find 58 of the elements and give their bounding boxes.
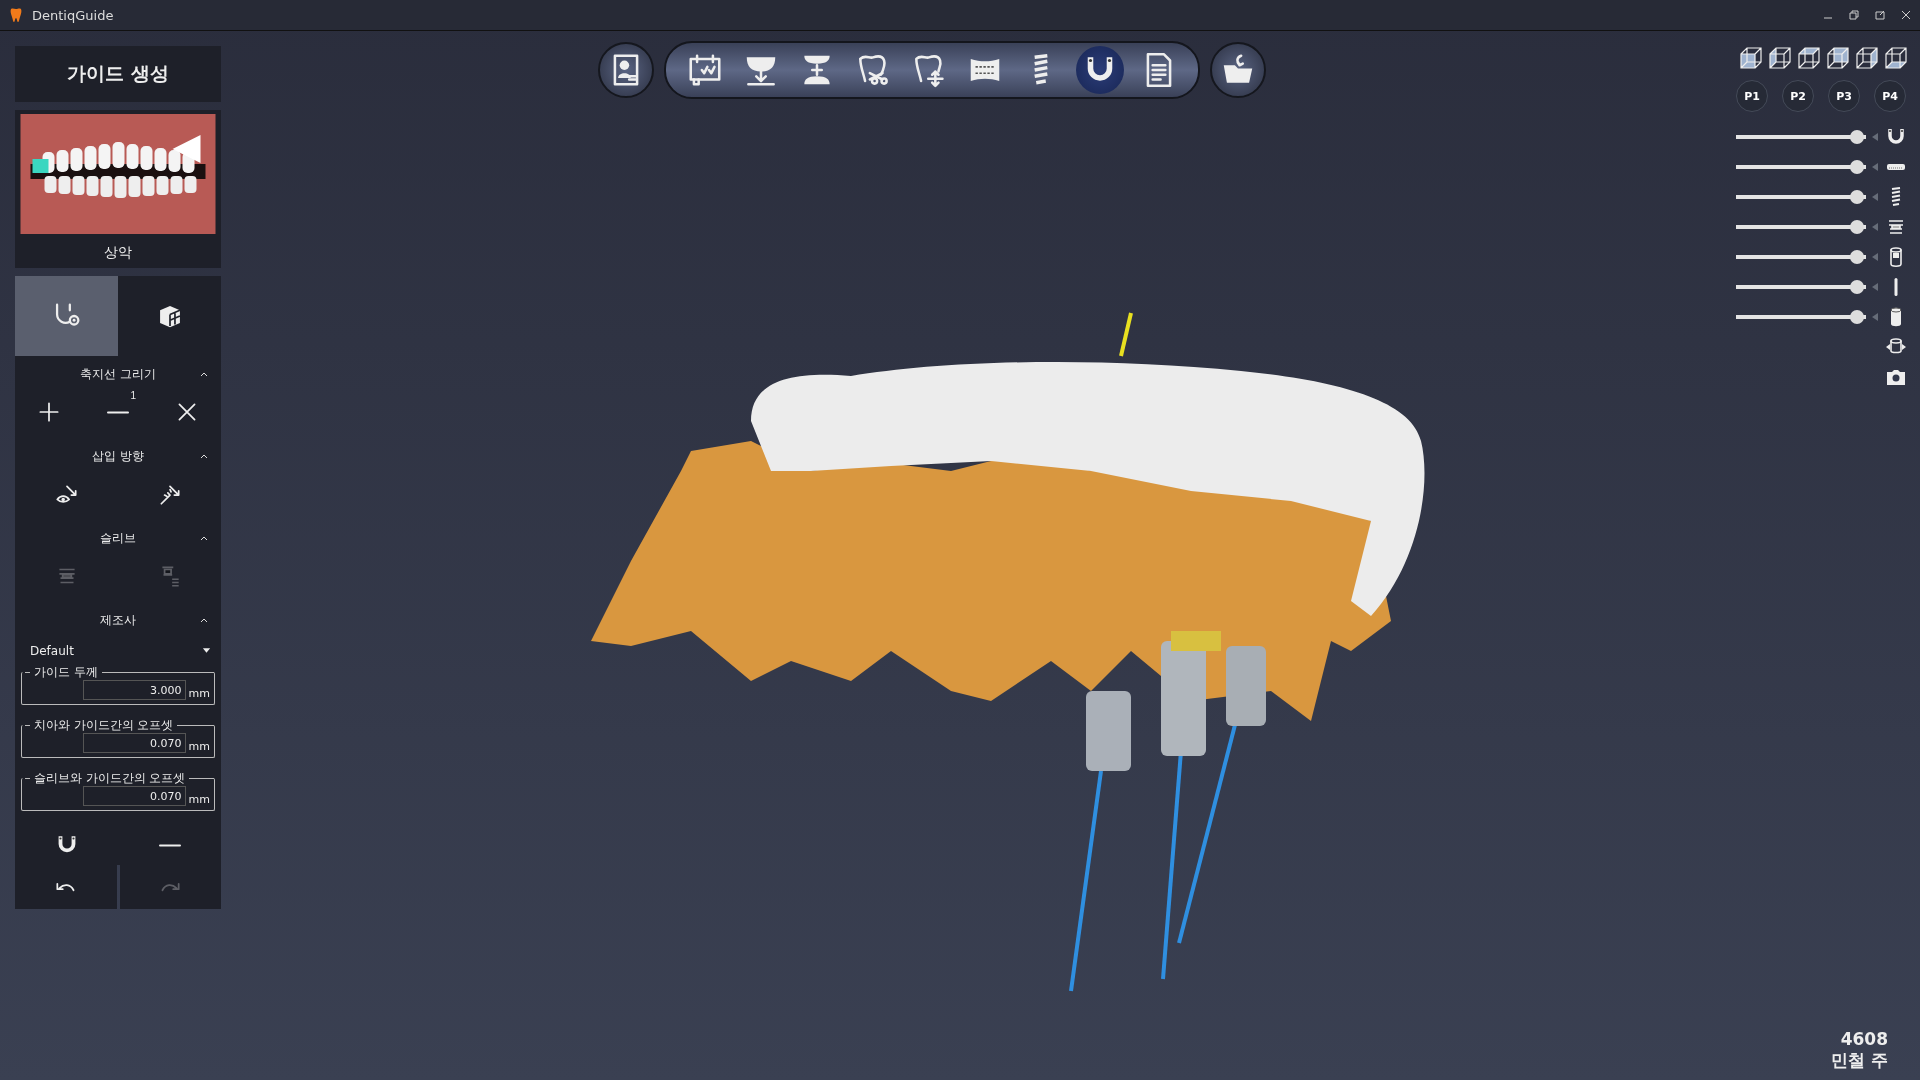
section-title: 삽입 방향	[92, 447, 144, 465]
preset-button[interactable]: P4	[1874, 80, 1906, 112]
number-field[interactable]: 3.000	[82, 680, 186, 700]
view-cube-icon[interactable]	[1855, 46, 1879, 70]
slider-thumb[interactable]	[1849, 160, 1864, 174]
slider-thumb[interactable]	[1849, 130, 1864, 144]
slider-thumb[interactable]	[1849, 250, 1864, 264]
minus-icon	[156, 842, 183, 848]
panel-title: 가이드 생성	[15, 46, 221, 102]
field-label: 가이드 두께	[26, 665, 214, 679]
small-triangle-icon	[1872, 313, 1878, 321]
section-title: 제조사	[100, 611, 136, 629]
window-title: DentiqGuide	[32, 7, 114, 23]
view-cube-icon[interactable]	[1826, 46, 1850, 70]
collapse-caret-icon[interactable]	[199, 617, 209, 623]
field-label: 슬리브와 가이드간의 오프셋	[26, 771, 214, 785]
manufacturer-dropdown[interactable]: Default	[15, 636, 221, 666]
folder-button[interactable]	[1210, 42, 1266, 98]
view-cube-icon[interactable]	[1768, 46, 1792, 70]
number-field[interactable]: 0.070	[82, 786, 186, 806]
preset-button[interactable]: P2	[1782, 80, 1814, 112]
view-cube-icon[interactable]	[1739, 46, 1763, 70]
section-title: 슬리브	[100, 529, 136, 547]
small-triangle-icon	[1872, 253, 1878, 261]
unit-label: mm	[188, 740, 210, 753]
view-cube-icon[interactable]	[1797, 46, 1821, 70]
dental-arch-button[interactable]	[1076, 46, 1124, 94]
tooth-logo-icon	[8, 7, 24, 23]
expand-icon[interactable]	[1874, 9, 1886, 21]
patient-name: 민철 주	[1831, 1049, 1888, 1072]
small-triangle-icon	[1872, 193, 1878, 201]
preset-button[interactable]: P1	[1736, 80, 1768, 112]
view-cube-icon[interactable]	[1884, 46, 1908, 70]
dropdown-arrow-icon	[202, 648, 211, 654]
small-triangle-icon	[1872, 163, 1878, 171]
slider-thumb[interactable]	[1849, 190, 1864, 204]
collapse-caret-icon[interactable]	[199, 371, 209, 377]
minus-icon	[105, 409, 131, 415]
small-triangle-icon	[1872, 223, 1878, 231]
slider-thumb[interactable]	[1849, 310, 1864, 324]
collapse-caret-icon[interactable]	[199, 453, 209, 459]
close-icon[interactable]	[1900, 9, 1912, 21]
slider-thumb[interactable]	[1849, 220, 1864, 234]
small-triangle-icon	[1872, 283, 1878, 291]
patient-card-button[interactable]	[598, 42, 654, 98]
field-label: 치아와 가이드간의 오프셋	[26, 718, 214, 732]
case-number: 4608	[1840, 1029, 1888, 1049]
restore-icon[interactable]	[1848, 9, 1860, 21]
arch-label: 상악	[104, 244, 132, 262]
count-label: 1	[130, 390, 136, 401]
unit-label: mm	[188, 793, 210, 806]
slider-thumb[interactable]	[1849, 280, 1864, 294]
collapse-caret-icon[interactable]	[199, 535, 209, 541]
number-field[interactable]: 0.070	[82, 733, 186, 753]
unit-label: mm	[188, 687, 210, 700]
preset-button[interactable]: P3	[1828, 80, 1860, 112]
section-title: 축지선 그리기	[80, 365, 156, 383]
small-triangle-icon	[1872, 133, 1878, 141]
